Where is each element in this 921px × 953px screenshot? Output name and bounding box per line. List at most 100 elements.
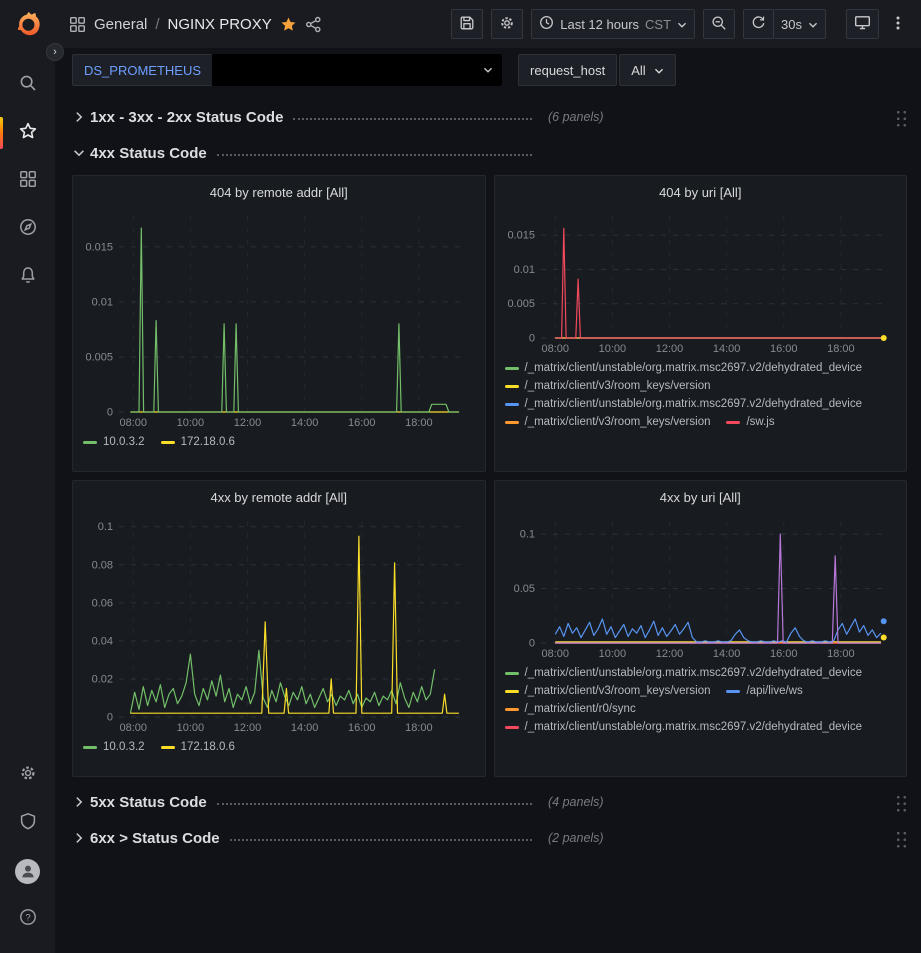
request-host-value: All [631, 63, 645, 78]
refresh-interval-select[interactable]: 30s [774, 9, 826, 39]
panel-4xx-by-remote-addr: 4xx by remote addr [All] 08:0010:0012:00… [72, 480, 486, 777]
svg-text:08:00: 08:00 [120, 722, 148, 734]
legend-swatch [505, 690, 519, 693]
svg-text:12:00: 12:00 [234, 417, 262, 429]
chart-4xx-by-uri[interactable]: 08:0010:0012:0014:0016:0018:0000.050.1 [503, 513, 898, 661]
legend-item[interactable]: /api/live/ws [726, 685, 802, 697]
save-icon [459, 15, 475, 34]
legend-item[interactable]: /_matrix/client/v3/room_keys/version [505, 685, 711, 697]
sidebar-item-configuration[interactable] [0, 751, 55, 799]
svg-text:18:00: 18:00 [405, 417, 433, 429]
share-icon[interactable] [305, 16, 322, 33]
more-menu-button[interactable] [887, 9, 909, 39]
legend-item[interactable]: 10.0.3.2 [83, 741, 145, 753]
svg-text:0: 0 [107, 407, 113, 419]
sidebar-item-server-admin[interactable] [0, 799, 55, 847]
grafana-logo-icon [14, 11, 42, 39]
monitor-icon [854, 14, 871, 34]
svg-text:16:00: 16:00 [769, 343, 797, 355]
svg-text:0.05: 0.05 [513, 583, 534, 595]
legend-item[interactable]: /_matrix/client/unstable/org.matrix.msc2… [505, 667, 863, 679]
row-drag-handle[interactable] [894, 829, 907, 848]
row-drag-handle[interactable] [894, 108, 907, 127]
main-area: General / NGINX PROXY [55, 0, 921, 953]
panel-title[interactable]: 404 by uri [All] [503, 180, 899, 206]
chart-legend: /_matrix/client/unstable/org.matrix.msc2… [503, 661, 899, 733]
sidebar-item-explore[interactable] [0, 205, 55, 253]
chevron-down-icon [808, 17, 818, 32]
search-icon [19, 74, 37, 97]
sidebar-item-profile[interactable] [0, 847, 55, 895]
svg-text:14:00: 14:00 [291, 722, 319, 734]
time-range-picker[interactable]: Last 12 hours CST [531, 9, 695, 39]
svg-text:0.1: 0.1 [98, 521, 113, 533]
legend-item[interactable]: 10.0.3.2 [83, 436, 145, 448]
chevron-right-icon [72, 110, 86, 124]
row-6xx-status-code[interactable]: 6xx > Status Code (2 panels) [72, 823, 907, 853]
request-host-value-select[interactable]: All [619, 54, 675, 86]
save-dashboard-button[interactable] [451, 9, 483, 39]
grafana-app: ? › General / NGINX PROXY [0, 0, 921, 953]
legend-label: /_matrix/client/v3/room_keys/version [525, 416, 711, 428]
timezone-label: CST [645, 17, 671, 32]
chart-404-by-uri[interactable]: 08:0010:0012:0014:0016:0018:0000.0050.01… [503, 208, 898, 356]
svg-text:14:00: 14:00 [712, 343, 740, 355]
refresh-button[interactable] [743, 9, 774, 39]
legend-item[interactable]: /sw.js [726, 416, 774, 428]
legend-label: 10.0.3.2 [103, 741, 145, 753]
sidebar-item-search[interactable] [0, 61, 55, 109]
row-panel-count: (4 panels) [548, 795, 604, 809]
row-drag-handle[interactable] [894, 793, 907, 812]
user-avatar [15, 859, 40, 884]
panel-title[interactable]: 4xx by remote addr [All] [81, 485, 477, 511]
legend-item[interactable]: /_matrix/client/r0/sync [505, 703, 636, 715]
svg-text:08:00: 08:00 [541, 343, 569, 355]
svg-text:16:00: 16:00 [348, 722, 376, 734]
row-dotted-leader [293, 118, 532, 120]
datasource-variable-label: DS_PROMETHEUS [72, 54, 212, 86]
sidebar-item-help[interactable]: ? [0, 895, 55, 943]
sidebar-expand-button[interactable]: › [46, 43, 64, 61]
legend-swatch [726, 690, 740, 693]
panel-grid: 404 by remote addr [All] 08:00 10:00 12:00… [72, 175, 907, 777]
row-dotted-leader [217, 803, 532, 805]
apps-grid-icon[interactable] [69, 16, 86, 33]
svg-text:18:00: 18:00 [827, 343, 855, 355]
kebab-icon [891, 15, 905, 34]
row-1xx-3xx-2xx-status-code[interactable]: 1xx - 3xx - 2xx Status Code (6 panels) [72, 102, 907, 132]
dashboard-settings-button[interactable] [491, 9, 523, 39]
grafana-logo[interactable] [14, 11, 42, 39]
refresh-icon [751, 15, 766, 33]
svg-text:0.005: 0.005 [507, 298, 535, 310]
chart-404-by-remote-addr[interactable]: 08:0010:0012:0014:0016:0018:0000.0050.01… [81, 208, 476, 430]
legend-item[interactable]: /_matrix/client/unstable/org.matrix.msc2… [505, 362, 863, 374]
svg-text:0.01: 0.01 [92, 296, 113, 308]
zoom-out-button[interactable] [703, 9, 735, 39]
breadcrumb-folder[interactable]: General [94, 16, 147, 33]
legend-item[interactable]: /_matrix/client/unstable/org.matrix.msc2… [505, 398, 863, 410]
panel-title[interactable]: 404 by remote addr [All] [81, 180, 477, 206]
svg-text:0.1: 0.1 [519, 529, 534, 541]
legend-item[interactable]: /_matrix/client/unstable/org.matrix.msc2… [505, 721, 863, 733]
row-title: 5xx Status Code [90, 794, 207, 811]
row-5xx-status-code[interactable]: 5xx Status Code (4 panels) [72, 787, 907, 817]
svg-text:10:00: 10:00 [598, 343, 626, 355]
svg-text:0.08: 0.08 [92, 559, 113, 571]
panel-title[interactable]: 4xx by uri [All] [503, 485, 899, 511]
row-4xx-status-code[interactable]: 4xx Status Code [72, 138, 907, 168]
datasource-value-select[interactable] [212, 54, 502, 86]
legend-item[interactable]: 172.18.0.6 [161, 741, 235, 753]
tv-mode-button[interactable] [846, 9, 879, 39]
chart-4xx-by-remote-addr[interactable]: 08:0010:0012:0014:0016:0018:0000.020.040… [81, 513, 476, 735]
star-icon [19, 122, 37, 145]
chart-legend: 10.0.3.2 172.18.0.6 [81, 430, 477, 448]
sidebar-item-dashboards[interactable] [0, 157, 55, 205]
sidebar-item-alerting[interactable] [0, 253, 55, 301]
legend-item[interactable]: /_matrix/client/v3/room_keys/version [505, 380, 711, 392]
sidebar-item-starred[interactable] [0, 109, 55, 157]
legend-swatch [505, 708, 519, 711]
favorite-star-icon[interactable] [280, 16, 297, 33]
legend-item[interactable]: 172.18.0.6 [161, 436, 235, 448]
svg-text:0.06: 0.06 [92, 597, 113, 609]
legend-item[interactable]: /_matrix/client/v3/room_keys/version [505, 416, 711, 428]
